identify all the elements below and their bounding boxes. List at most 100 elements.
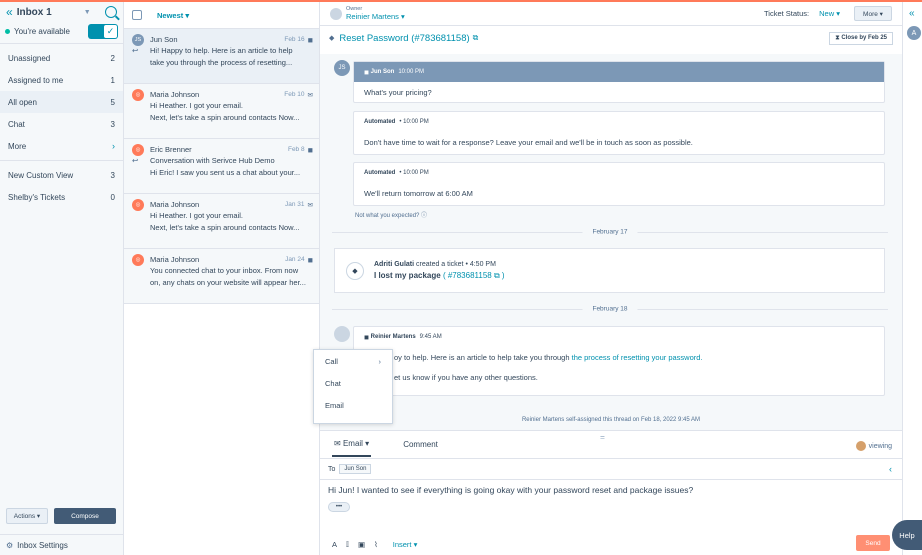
menu-item-email[interactable]: Email	[314, 394, 392, 416]
thread-preview: Hi Heather. I got your email.	[150, 211, 243, 220]
availability-toggle[interactable]: ✓	[88, 23, 118, 39]
sidebar-item-unassigned[interactable]: Unassigned 2	[0, 47, 123, 69]
sort-dropdown[interactable]: Newest ▾	[157, 11, 189, 20]
event-subject: I lost my package	[374, 270, 441, 280]
message-card: Automated • 10:00 PM We'll return tomorr…	[353, 162, 885, 206]
sidebar-item-count: 3	[110, 119, 115, 129]
message-time: 10:00 PM	[398, 69, 425, 75]
article-link[interactable]: the process of resetting your password.	[572, 353, 703, 362]
tab-email[interactable]: ✉ Email ▾	[332, 431, 372, 457]
select-all-checkbox[interactable]	[132, 10, 142, 20]
help-button[interactable]: Help	[892, 520, 922, 550]
attachment-icon[interactable]: ⌇	[374, 540, 378, 549]
avatar: JS	[334, 60, 350, 76]
expand-quoted-button[interactable]: •••	[328, 502, 350, 512]
sidebar-item-assigned-to-me[interactable]: Assigned to me 1	[0, 69, 123, 91]
thread-item[interactable]: ◎ Maria Johnson Jan 24 ◼ You connected c…	[124, 249, 319, 304]
sidebar-actions: Actions ▾ Compose	[6, 508, 116, 524]
avatar: JS	[132, 33, 144, 46]
sidebar-item-count: 1	[110, 75, 115, 85]
sidebar-item-all-open[interactable]: All open 5	[0, 91, 123, 113]
thread-item[interactable]: JS Jun Son Feb 16 ◼ ↩ Hi! Happy to help. …	[124, 29, 319, 84]
inbox-settings-label: Inbox Settings	[17, 540, 68, 550]
feedback-link[interactable]: Not what you expected? ⓘ	[355, 210, 427, 219]
message-time: 9:45 AM	[419, 334, 442, 340]
chat-icon: ◼	[307, 36, 313, 44]
message-text: Don't have time to wait for a response? …	[364, 137, 693, 147]
thread-preview: Hi! Happy to help. Here is an article to…	[150, 46, 293, 55]
menu-item-label: Call	[325, 356, 338, 366]
thread-item[interactable]: ◎ Maria Johnson Feb 10 ✉ Hi Heather. I g…	[124, 84, 319, 139]
thread-preview: Next, let's take a spin around contacts …	[150, 223, 300, 232]
ticket-header-bar: Owner Reinier Martens ▾ Ticket Status: N…	[320, 2, 902, 26]
send-button[interactable]: Send	[856, 535, 890, 551]
avatar-icon: ◎	[132, 253, 144, 266]
conversation-panel: Owner Reinier Martens ▾ Ticket Status: N…	[320, 2, 902, 555]
message-body-input[interactable]: Hi Jun! I wanted to see if everything is…	[320, 480, 902, 500]
chat-icon: ◼	[307, 146, 313, 154]
actions-button[interactable]: Actions ▾	[6, 508, 48, 524]
chevron-right-icon: ›	[112, 141, 115, 151]
sidebar-item-label: Unassigned	[8, 53, 51, 63]
thread-preview: Next, let's take a spin around contacts …	[150, 113, 300, 122]
chat-icon: ◼	[364, 69, 371, 76]
message-header: ◼ Jun Son 10:00 PM	[354, 62, 884, 82]
message-card: ◼ Jun Son 10:00 PM What's your pricing?	[353, 61, 885, 103]
chevron-down-icon[interactable]: ▼	[84, 9, 91, 16]
more-button[interactable]: More ▾	[854, 6, 892, 21]
user-avatar[interactable]: A	[907, 26, 921, 40]
inbox-sidebar: « Inbox 1 ▼ You're available ✓ Unassigne…	[0, 2, 124, 555]
thread-item[interactable]: ◎ Eric Brenner Feb 8 ◼ ↩ Conversation wit…	[124, 139, 319, 194]
thread-date: Jan 31	[285, 201, 305, 208]
message-author: Jun Son	[370, 69, 395, 75]
sidebar-item-chat[interactable]: Chat 3	[0, 113, 123, 135]
sidebar-item-label: Assigned to me	[8, 75, 64, 85]
conversation-timeline: JS ◼ Jun Son 10:00 PM What's your pricin…	[320, 54, 902, 430]
insert-dropdown[interactable]: Insert ▾	[393, 540, 418, 549]
collapse-rail-icon[interactable]: «	[909, 8, 915, 19]
external-link-icon[interactable]: ⧉	[473, 33, 479, 43]
event-time: • 4:50 PM	[465, 260, 496, 268]
menu-item-chat[interactable]: Chat	[314, 372, 392, 394]
recipient-chip[interactable]: Jun Son	[339, 464, 372, 474]
search-icon[interactable]	[105, 6, 117, 18]
message-text-part: et us know if you have any other questio…	[394, 372, 538, 382]
resize-handle[interactable]: ::::::::::	[600, 435, 605, 441]
viewing-indicator: viewing	[855, 441, 892, 451]
tab-comment[interactable]: Comment	[401, 431, 440, 457]
channel-menu: Call › Chat Email	[313, 349, 393, 424]
sidebar-item-more[interactable]: More ›	[0, 135, 123, 157]
avatar-icon: ◎	[132, 88, 144, 101]
chevron-left-icon[interactable]: ‹	[889, 464, 892, 474]
message-text: We'll return tomorrow at 6:00 AM	[364, 188, 473, 198]
compose-button[interactable]: Compose	[54, 508, 116, 524]
reply-icon: ↩	[132, 156, 139, 165]
image-icon[interactable]: ▣	[358, 540, 365, 549]
collapse-sidebar-icon[interactable]: «	[6, 5, 13, 19]
inbox-selector[interactable]: Inbox 1	[17, 7, 52, 18]
text-style-icon[interactable]: 𝕀	[346, 540, 349, 549]
text-format-icon[interactable]: A	[332, 540, 337, 549]
menu-item-call[interactable]: Call ›	[314, 350, 392, 372]
thread-preview: on, any chats on your website will appea…	[150, 278, 306, 287]
message-header: Automated • 10:00 PM	[354, 163, 884, 183]
ticket-link[interactable]: ( #783681158 ⧉ )	[443, 271, 505, 280]
close-by-badge[interactable]: ⧗ Close by Feb 25	[829, 31, 893, 45]
owner-block[interactable]: Owner Reinier Martens ▾	[346, 6, 405, 21]
ticket-status-dropdown[interactable]: New ▾	[819, 9, 840, 18]
chat-icon: ◼	[364, 334, 371, 341]
sidebar-item-count: 3	[110, 170, 115, 180]
close-by-label: Close by Feb 25	[841, 35, 887, 41]
thread-item[interactable]: ◎ Maria Johnson Jan 31 ✉ Hi Heather. I g…	[124, 194, 319, 249]
owner-dropdown[interactable]: Reinier Martens ▾	[346, 12, 405, 21]
reply-composer: :::::::::: ✉ Email ▾ Comment viewing To …	[320, 430, 902, 555]
inbox-settings-link[interactable]: ⚙ Inbox Settings	[0, 534, 124, 555]
ticket-title[interactable]: Reset Password (#783681158)	[339, 33, 469, 44]
recipient-row: To Jun Son ‹	[320, 458, 902, 480]
avatar-icon: ◎	[132, 198, 144, 211]
thread-list-header: Newest ▾	[124, 2, 319, 29]
thread-date: Feb 10	[284, 91, 305, 98]
sidebar-item-shelbys-tickets[interactable]: Shelby's Tickets 0	[0, 186, 123, 208]
sidebar-item-label: All open	[8, 97, 37, 107]
sidebar-item-new-custom-view[interactable]: New Custom View 3	[0, 164, 123, 186]
